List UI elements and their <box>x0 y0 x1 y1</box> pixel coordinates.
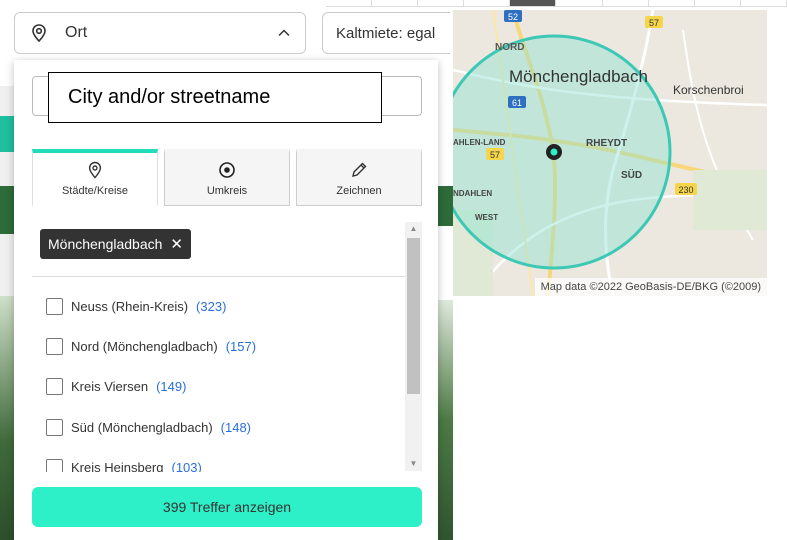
list-item[interactable]: Süd (Mönchengladbach) (148) <box>46 417 251 437</box>
background-pagination-strip <box>326 0 787 7</box>
list-item[interactable]: Nord (Mönchengladbach) (157) <box>46 336 256 356</box>
option-name: Kreis Viersen <box>71 378 149 394</box>
map-shield-61: 61 <box>512 98 522 108</box>
tab-label: Zeichnen <box>336 185 382 197</box>
radius-target-icon <box>219 162 235 178</box>
option-name: Neuss (Rhein-Kreis) <box>71 298 189 314</box>
map-label-city: Mönchengladbach <box>509 67 648 86</box>
map-attribution: Map data ©2022 GeoBasis-DE/BKG (©2009) <box>534 278 767 296</box>
checkbox[interactable] <box>46 458 63 472</box>
option-count: (149) <box>156 378 187 394</box>
show-results-button[interactable]: 399 Treffer anzeigen <box>32 487 422 527</box>
option-name: Kreis Heinsberg <box>71 459 164 473</box>
option-name: Süd (Mönchengladbach) <box>71 419 213 435</box>
tab-label: Städte/Kreise <box>61 185 129 197</box>
scrollbar-thumb[interactable] <box>407 238 420 394</box>
location-filter-dropdown[interactable]: Ort <box>14 12 306 54</box>
map-shield-57: 57 <box>649 18 659 28</box>
checkbox[interactable] <box>46 337 63 355</box>
list-item[interactable]: Neuss (Rhein-Kreis) (323) <box>46 296 226 316</box>
map-label-ahlen-land: AHLEN-LAND <box>453 138 506 147</box>
location-options-list: Neuss (Rhein-Kreis) (323) Nord (Möncheng… <box>46 296 396 472</box>
tab-zeichnen[interactable]: Zeichnen <box>296 149 422 206</box>
map-shield-52: 52 <box>508 12 518 22</box>
map-label-sued: SÜD <box>621 168 642 181</box>
background-banner-fragment <box>437 186 453 226</box>
checkbox[interactable] <box>46 297 63 315</box>
chevron-up-icon <box>278 29 290 37</box>
location-pin-icon <box>32 24 46 43</box>
tab-label: Umkreis <box>206 185 248 197</box>
option-name: Nord (Mönchengladbach) <box>71 338 218 354</box>
background-page-left <box>0 86 14 540</box>
map-shield-230: 230 <box>678 185 693 195</box>
map-view[interactable]: 52 57 61 57 230 NORD Mönchengladbach Kor… <box>453 10 767 296</box>
chip-label: Mönchengladbach <box>48 236 163 252</box>
checkbox[interactable] <box>46 377 63 395</box>
map-label-rheydt: RHEYDT <box>586 138 627 149</box>
rent-filter-label: Kaltmiete: egal <box>336 24 436 42</box>
option-count: (148) <box>220 419 252 435</box>
location-mode-tabs: Städte/Kreise Umkreis Zeichnen <box>32 149 422 206</box>
selected-location-chip: Mönchengladbach ✕ <box>40 229 191 259</box>
pencil-icon <box>352 162 367 177</box>
tab-staedte-kreise[interactable]: Städte/Kreise <box>32 149 158 206</box>
map-canvas: 52 57 61 57 230 NORD Mönchengladbach Kor… <box>453 10 767 296</box>
search-annotation-callout: City and/or streetname <box>48 72 382 123</box>
option-count: (323) <box>196 298 227 314</box>
close-icon[interactable]: ✕ <box>170 235 183 253</box>
location-filter-label: Ort <box>65 24 88 41</box>
rent-filter-dropdown[interactable]: Kaltmiete: egal <box>322 12 450 54</box>
screen: Ort Kaltmiete: egal 52 57 61 57 230 NORD… <box>0 0 787 540</box>
scroll-down-arrow-icon[interactable]: ▼ <box>405 457 422 471</box>
option-count: (157) <box>225 338 257 354</box>
scroll-up-arrow-icon[interactable]: ▲ <box>405 222 422 236</box>
list-scrollbar[interactable]: ▲ ▼ <box>405 222 422 471</box>
map-label-west: WEST <box>475 213 498 222</box>
map-label-nord: NORD <box>495 42 524 53</box>
list-item[interactable]: Kreis Heinsberg (103) <box>46 457 202 472</box>
map-label-korschenbroich: Korschenbroi <box>673 83 744 97</box>
list-item[interactable]: Kreis Viersen (149) <box>46 376 186 396</box>
checkbox[interactable] <box>46 418 63 436</box>
background-photo-fragment <box>437 300 453 540</box>
divider <box>32 276 406 277</box>
location-pin-icon <box>88 161 102 179</box>
map-label-ndahlen: NDAHLEN <box>453 189 492 198</box>
tab-umkreis[interactable]: Umkreis <box>164 149 290 206</box>
option-count: (103) <box>171 459 202 473</box>
map-shield-57b: 57 <box>490 150 500 160</box>
